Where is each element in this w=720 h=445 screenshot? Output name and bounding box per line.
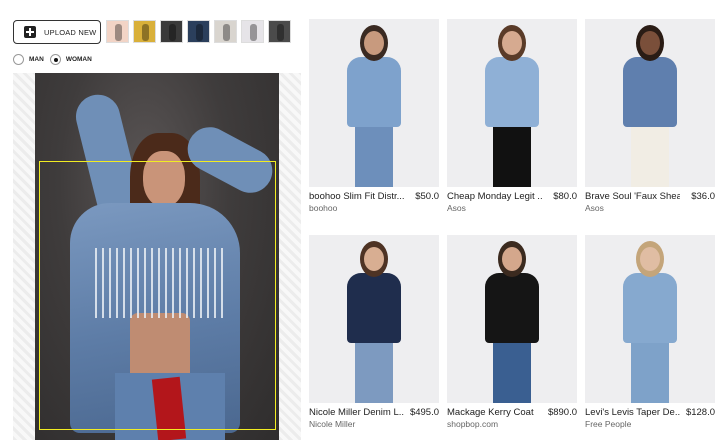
product-price: $36.0 [691,191,715,202]
model-legs [355,125,393,187]
product-price: $890.0 [547,407,577,418]
product-brand: Nicole Miller [309,419,356,429]
recent-upload-thumbnail[interactable] [241,20,264,43]
model-legs [631,125,669,187]
woman-label: WOMAN [65,56,92,63]
product-brand: shopbop.com [447,419,499,429]
upload-new-button[interactable]: UPLOAD NEW [13,20,101,44]
product-card[interactable]: Levi's Levis Taper De... $128.0 Free Peo… [585,235,715,429]
recent-upload-thumbnail[interactable] [133,20,156,43]
model-head [640,247,660,271]
model-garment [623,273,677,343]
woman-radio[interactable] [49,54,61,65]
recent-upload-thumbnail[interactable] [187,20,210,43]
product-card[interactable]: boohoo Slim Fit Distr... $50.0 boohoo [309,19,439,213]
model-legs [493,125,531,187]
product-price: $495.0 [409,407,439,418]
product-image[interactable] [585,235,715,403]
model-garment [485,57,539,127]
crop-selection-box[interactable] [39,161,276,430]
recent-upload-thumbnail[interactable] [214,20,237,43]
model-head [364,247,384,271]
upload-new-label: UPLOAD NEW [44,27,97,37]
man-label: MAN [29,56,44,63]
product-name[interactable]: Nicole Miller Denim L... [309,407,404,418]
product-image[interactable] [309,235,439,403]
gender-option-woman[interactable]: WOMAN [49,54,92,65]
product-price: $80.0 [553,191,577,202]
model-garment [623,57,677,127]
image-padding-left [13,73,35,440]
product-name[interactable]: boohoo Slim Fit Distr... [309,191,404,202]
model-head [364,31,384,55]
model-legs [493,341,531,403]
man-radio[interactable] [13,54,24,65]
product-card[interactable]: Nicole Miller Denim L... $495.0 Nicole M… [309,235,439,429]
recent-upload-thumbnail[interactable] [106,20,129,43]
product-brand: Asos [447,203,466,213]
product-card[interactable]: Cheap Monday Legit ... $80.0 Asos [447,19,577,213]
model-head [640,31,660,55]
model-garment [485,273,539,343]
product-card[interactable]: Brave Soul 'Faux Shea... $36.0 Asos [585,19,715,213]
gender-selector: MAN WOMAN [13,54,92,65]
recent-uploads-strip [106,20,291,43]
gender-option-man[interactable]: MAN [13,54,44,65]
product-image[interactable] [447,19,577,187]
recent-upload-thumbnail[interactable] [268,20,291,43]
product-name[interactable]: Mackage Kerry Coat [447,407,534,418]
product-name[interactable]: Levi's Levis Taper De... [585,407,680,418]
model-garment [347,273,401,343]
model-legs [631,341,669,403]
model-legs [355,341,393,403]
product-price: $50.0 [415,191,439,202]
product-image[interactable] [447,235,577,403]
model-head [502,247,522,271]
model-garment [347,57,401,127]
product-name[interactable]: Brave Soul 'Faux Shea... [585,191,680,202]
product-price: $128.0 [685,407,715,418]
product-brand: boohoo [309,203,338,213]
recent-upload-thumbnail[interactable] [160,20,183,43]
product-name[interactable]: Cheap Monday Legit ... [447,191,542,202]
product-image[interactable] [585,19,715,187]
product-image[interactable] [309,19,439,187]
plus-icon [24,26,36,38]
model-head [502,31,522,55]
product-card[interactable]: Mackage Kerry Coat $890.0 shopbop.com [447,235,577,429]
product-brand: Free People [585,419,632,429]
product-brand: Asos [585,203,604,213]
image-padding-right [279,73,301,440]
